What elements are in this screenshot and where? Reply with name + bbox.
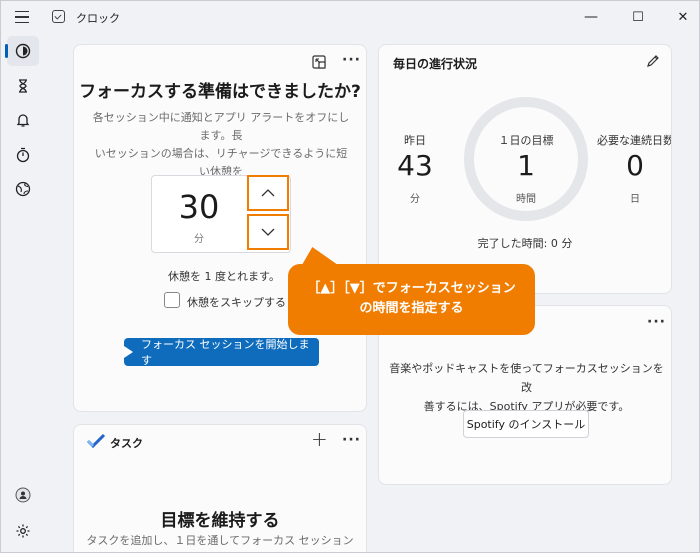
yesterday-unit: 分	[410, 194, 420, 205]
completed-time: 完了した時間: 0 分	[477, 237, 573, 250]
daily-goal-label: １日の目標	[498, 134, 554, 147]
duration-unit: 分	[194, 234, 204, 245]
chevron-down-icon	[261, 228, 275, 236]
keep-goal-title: 目標を維持する	[160, 511, 280, 531]
hamburger-menu-icon[interactable]	[11, 8, 35, 26]
tasks-card: タスク + ··· 目標を維持する タスクを追加し、１日を通してフォーカス セッ…	[73, 424, 367, 552]
keep-goal-description: タスクを追加し、１日を通してフォーカス セッションに割り	[86, 534, 354, 547]
maximize-button[interactable]: ☐	[618, 5, 658, 29]
focus-title: フォーカスする準備はできましたか?	[79, 82, 361, 102]
user-icon	[15, 487, 31, 503]
minimize-button[interactable]: —	[571, 5, 611, 29]
add-task-icon[interactable]: +	[311, 427, 328, 451]
skip-break-checkbox[interactable]	[164, 292, 180, 308]
sidebar-item-alarm[interactable]	[7, 105, 39, 135]
edit-pencil-icon[interactable]	[645, 53, 661, 69]
play-icon	[124, 346, 133, 358]
decrease-duration-button[interactable]	[247, 214, 289, 250]
globe-icon	[15, 181, 31, 197]
callout-line: の時間を指定する	[359, 301, 464, 316]
yesterday-label: 昨日	[404, 134, 426, 147]
clock-app-icon	[52, 10, 65, 23]
close-button[interactable]: ✕	[663, 5, 699, 29]
instruction-callout: ［▲］［▼］でフォーカスセッション の時間を指定する	[288, 264, 535, 335]
sidebar-item-world-clock[interactable]	[7, 174, 39, 204]
focus-description-line: 各セッション中に通知とアプリ アラートをオフにします。長	[92, 111, 350, 142]
daily-progress-card: 毎日の進行状況 昨日 43 分 １日の目標 1 時間 必要な連続日数 0 日 完…	[378, 44, 672, 294]
app-title: クロック	[76, 12, 120, 25]
chevron-up-icon	[261, 189, 275, 197]
more-options-icon[interactable]: ···	[647, 314, 666, 330]
daily-goal-unit: 時間	[516, 194, 536, 205]
start-focus-label: フォーカス セッションを開始します	[141, 338, 310, 367]
spotify-description: 音楽やポッドキャストを使ってフォーカスセッションを改 善するには、Spotify…	[389, 359, 664, 416]
sidebar-item-timer[interactable]	[7, 71, 39, 101]
duration-minutes[interactable]: 30	[152, 188, 246, 226]
spotify-description-line: 音楽やポッドキャストを使ってフォーカスセッションを改	[389, 362, 664, 394]
callout-line: ［▲］［▼］でフォーカスセッション	[307, 281, 516, 296]
sidebar-item-settings[interactable]	[7, 516, 39, 546]
stopwatch-icon	[16, 147, 30, 163]
focus-session-card: ··· フォーカスする準備はできましたか? 各セッション中に通知とアプリ アラー…	[73, 44, 367, 412]
clock-window: クロック — ☐ ✕ ··· フォーカスする準備はできましたか? 各セッション中…	[0, 0, 700, 553]
streak-unit: 日	[630, 194, 640, 205]
streak-label: 必要な連続日数	[597, 134, 672, 147]
increase-duration-button[interactable]	[247, 175, 289, 211]
title-bar: クロック — ☐ ✕	[1, 1, 699, 33]
more-options-icon[interactable]: ···	[342, 432, 361, 448]
sidebar-item-focus[interactable]	[5, 36, 39, 66]
sidebar-item-stopwatch[interactable]	[7, 140, 39, 170]
progress-title: 毎日の進行状況	[393, 57, 478, 71]
more-options-icon[interactable]: ···	[342, 52, 361, 68]
sidebar-item-account[interactable]	[7, 480, 39, 510]
streak-value: 0	[626, 149, 644, 182]
gear-icon	[16, 524, 30, 538]
focus-session-icon	[15, 43, 31, 59]
bell-icon	[16, 114, 30, 127]
skip-break-label: 休憩をスキップする	[187, 296, 286, 309]
start-focus-button[interactable]: フォーカス セッションを開始します	[124, 338, 319, 367]
install-spotify-button[interactable]: Spotify のインストール	[463, 410, 589, 438]
hourglass-icon	[19, 79, 27, 93]
sidebar	[1, 33, 45, 552]
compact-overlay-icon[interactable]	[311, 54, 327, 70]
daily-goal-value: 1	[517, 149, 535, 182]
tasks-title: タスク	[110, 437, 143, 450]
todo-check-icon	[87, 434, 105, 448]
yesterday-value: 43	[397, 149, 433, 182]
